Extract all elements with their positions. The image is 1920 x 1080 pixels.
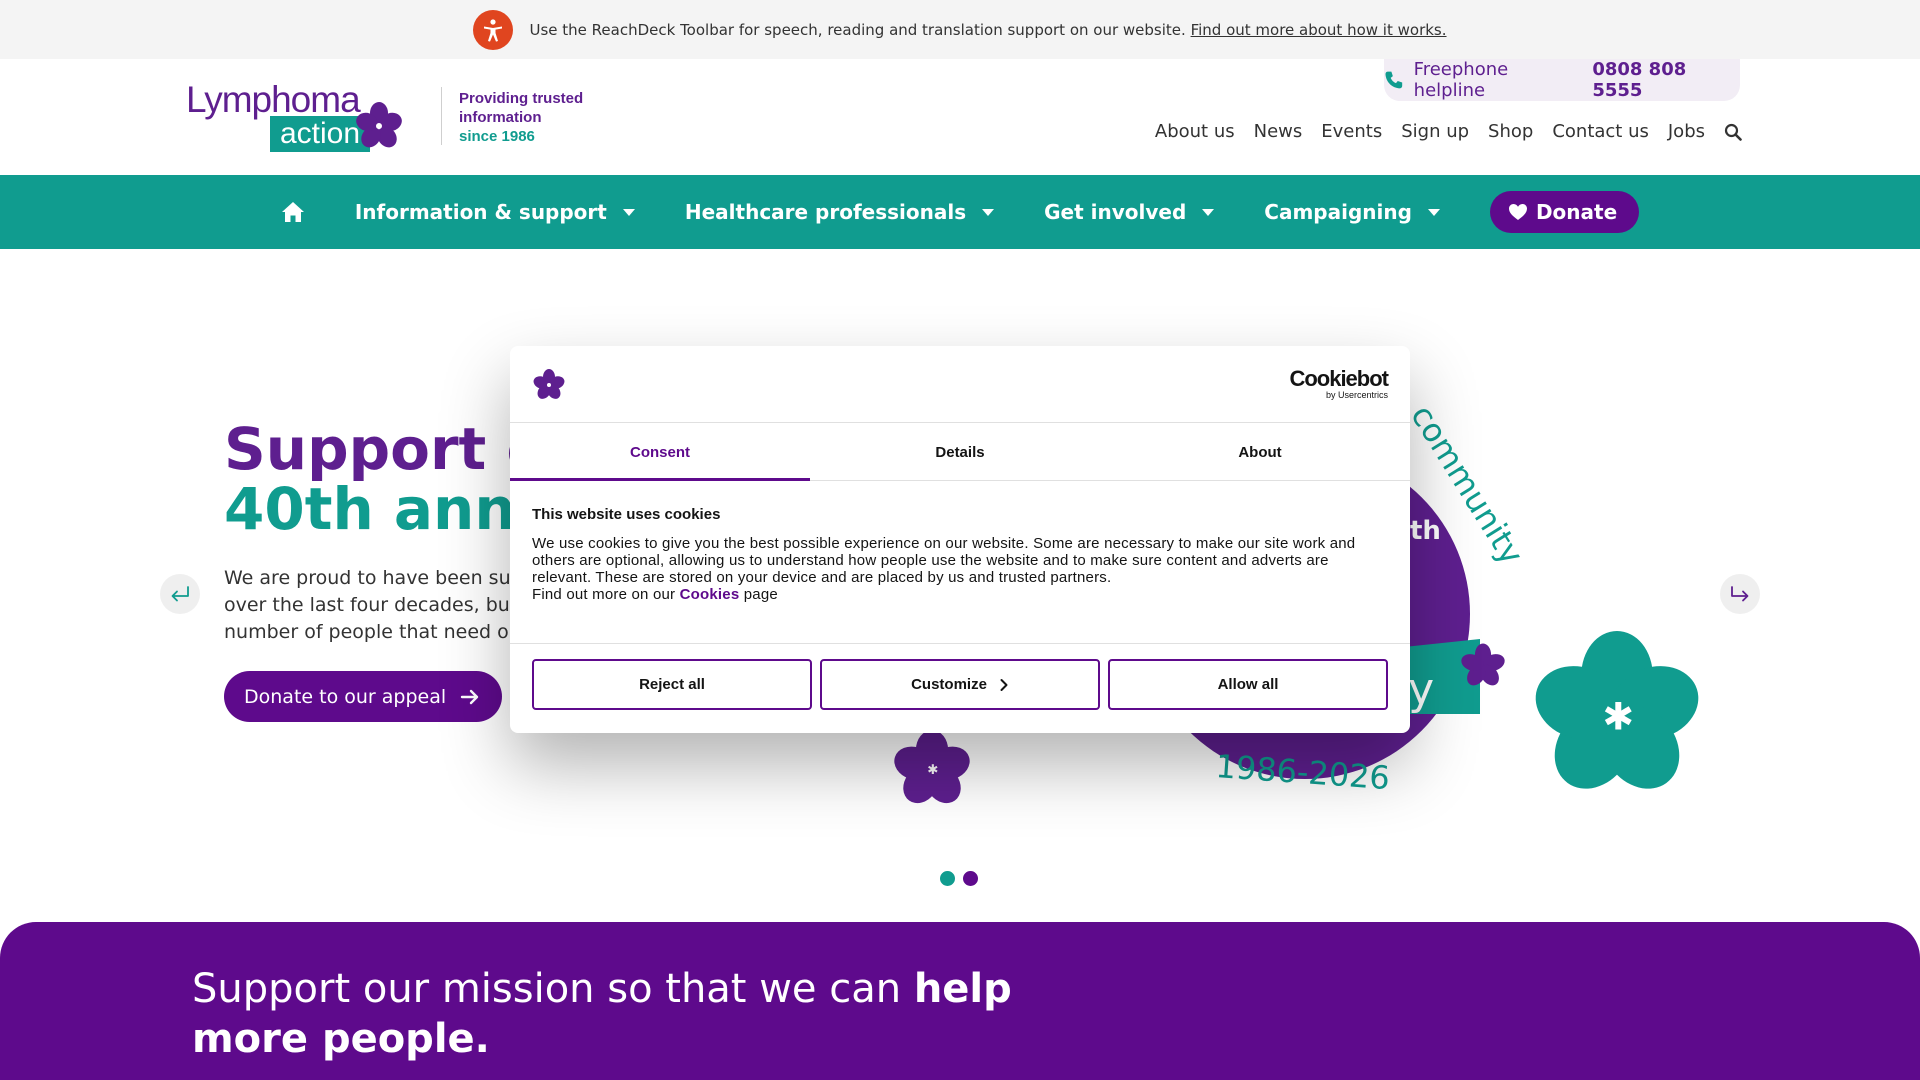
svg-text:✱: ✱ bbox=[927, 763, 938, 778]
lymphoma-action-logo[interactable]: Lymphoma action bbox=[186, 79, 406, 159]
caret-down-icon bbox=[982, 208, 995, 216]
flower-logo-icon bbox=[533, 369, 565, 399]
arrow-right-icon bbox=[460, 689, 479, 704]
reachdeck-message: Use the ReachDeck Toolbar for speech, re… bbox=[529, 21, 1446, 39]
tab-details[interactable]: Details bbox=[810, 424, 1110, 480]
nav-label: Get involved bbox=[1044, 200, 1187, 224]
flower-logo-icon bbox=[356, 102, 402, 148]
cookiebot-logo[interactable]: Cookiebot by Usercentrics bbox=[1289, 366, 1389, 401]
helpline-number[interactable]: 0808 808 5555 bbox=[1592, 59, 1740, 101]
utility-link-about[interactable]: About us bbox=[1155, 121, 1235, 142]
reachdeck-banner: Use the ReachDeck Toolbar for speech, re… bbox=[0, 0, 1920, 59]
cookie-more-suffix: page bbox=[743, 586, 778, 603]
donate-button[interactable]: Donate bbox=[1489, 191, 1640, 233]
nav-label: Campaigning bbox=[1264, 200, 1412, 224]
cookie-dialog-header: Cookiebot by Usercentrics bbox=[510, 346, 1410, 423]
utility-link-news[interactable]: News bbox=[1254, 121, 1303, 142]
heart-icon bbox=[1508, 204, 1527, 220]
donate-appeal-button[interactable]: Donate to our appeal bbox=[224, 671, 503, 722]
site-header: Lymphoma action Providing trusted inform… bbox=[0, 59, 1920, 175]
cookie-tabs: Consent Details About bbox=[510, 424, 1410, 481]
tagline-divider bbox=[441, 87, 442, 145]
cookiebot-wordmark: Cookiebot bbox=[1289, 366, 1389, 391]
allow-all-button[interactable]: Allow all bbox=[1108, 659, 1388, 710]
utility-link-jobs[interactable]: Jobs bbox=[1668, 121, 1705, 142]
tab-consent[interactable]: Consent bbox=[510, 424, 810, 481]
nav-campaigning[interactable]: Campaigning bbox=[1264, 200, 1440, 224]
cookiebot-byline: by Usercentrics bbox=[1325, 390, 1388, 400]
return-right-icon bbox=[1731, 586, 1749, 602]
utility-link-contact[interactable]: Contact us bbox=[1552, 121, 1649, 142]
mission-section: Support our mission so that we can help … bbox=[0, 922, 1920, 1080]
allow-label: Allow all bbox=[1217, 676, 1279, 693]
main-nav: Information & support Healthcare profess… bbox=[0, 175, 1920, 249]
nav-healthcare-professionals[interactable]: Healthcare professionals bbox=[684, 200, 995, 224]
nav-information-support[interactable]: Information & support bbox=[355, 200, 635, 224]
caret-down-icon bbox=[622, 208, 635, 216]
tagline-line-2: information bbox=[459, 109, 542, 126]
search-icon[interactable] bbox=[1724, 123, 1742, 141]
cookies-page-link[interactable]: Cookies bbox=[680, 586, 740, 603]
chevron-right-icon bbox=[1000, 678, 1008, 691]
cookie-consent-dialog: Cookiebot by Usercentrics Consent Detail… bbox=[510, 346, 1410, 733]
reject-all-button[interactable]: Reject all bbox=[532, 659, 812, 710]
page: Use the ReachDeck Toolbar for speech, re… bbox=[0, 0, 1920, 1080]
large-teal-flower: ✱ bbox=[1535, 631, 1699, 789]
accessibility-icon[interactable] bbox=[473, 9, 514, 50]
customize-label: Customize bbox=[911, 676, 987, 693]
carousel-dot-2[interactable] bbox=[963, 871, 978, 886]
cookie-heading: This website uses cookies bbox=[532, 506, 721, 523]
hero-cta-label: Donate to our appeal bbox=[244, 685, 447, 708]
carousel-dots bbox=[940, 871, 978, 886]
return-left-icon bbox=[171, 586, 189, 602]
helpline[interactable]: Freephone helpline 0808 808 5555 bbox=[1384, 59, 1740, 101]
home-icon[interactable] bbox=[281, 201, 305, 223]
carousel-prev-button[interactable] bbox=[160, 574, 200, 614]
customize-button[interactable]: Customize bbox=[820, 659, 1100, 710]
cookie-dialog-body: This website uses cookies We use cookies… bbox=[532, 506, 1382, 603]
cookie-more-info: Find out more on our Cookies page bbox=[532, 586, 1382, 603]
nav-label: Healthcare professionals bbox=[684, 200, 967, 224]
cookie-actions: Reject all Customize Allow all bbox=[510, 643, 1410, 733]
badge-partial-text: th bbox=[1410, 516, 1441, 546]
medium-purple-flower: ✱ bbox=[894, 730, 970, 804]
utility-link-events[interactable]: Events bbox=[1321, 121, 1382, 142]
tagline-line-1: Providing trusted bbox=[459, 90, 584, 107]
caret-down-icon bbox=[1202, 208, 1215, 216]
utility-nav: About us News Events Sign up Shop Contac… bbox=[1155, 121, 1742, 142]
donate-label: Donate bbox=[1535, 200, 1618, 224]
nav-get-involved[interactable]: Get involved bbox=[1044, 200, 1215, 224]
carousel-dot-1[interactable] bbox=[940, 871, 955, 886]
helpline-label: Freephone helpline bbox=[1413, 59, 1509, 101]
tagline-line-3: since 1986 bbox=[459, 128, 535, 145]
cookie-description: We use cookies to give you the best poss… bbox=[532, 535, 1356, 586]
logo-word: Lymphoma bbox=[186, 79, 361, 120]
cookie-more-prefix: Find out more on our bbox=[532, 586, 676, 603]
mission-heading: Support our mission so that we can help … bbox=[192, 964, 1072, 1064]
nav-label: Information & support bbox=[354, 200, 607, 224]
utility-link-sign-up[interactable]: Sign up bbox=[1401, 121, 1469, 142]
reachdeck-text: Use the ReachDeck Toolbar for speech, re… bbox=[529, 20, 1186, 39]
reachdeck-link[interactable]: Find out more about how it works. bbox=[1191, 21, 1447, 39]
mission-text-plain: Support our mission so that we can bbox=[192, 966, 914, 1012]
utility-link-shop[interactable]: Shop bbox=[1488, 121, 1533, 142]
carousel-next-button[interactable] bbox=[1720, 574, 1760, 614]
caret-down-icon bbox=[1427, 208, 1440, 216]
tab-about[interactable]: About bbox=[1110, 424, 1410, 480]
phone-icon bbox=[1385, 71, 1403, 89]
tagline: Providing trusted information since 1986 bbox=[459, 89, 583, 146]
svg-text:✱: ✱ bbox=[1602, 695, 1634, 739]
reject-label: Reject all bbox=[639, 676, 705, 693]
